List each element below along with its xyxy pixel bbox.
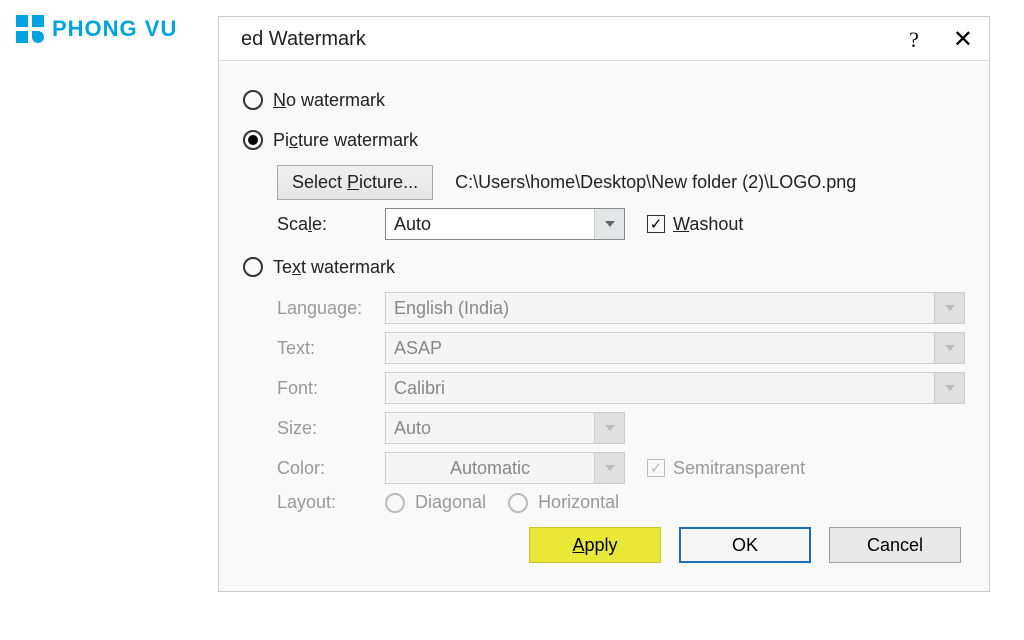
close-button[interactable]: ✕ bbox=[953, 25, 973, 54]
layout-horizontal-label: Horizontal bbox=[538, 492, 619, 513]
logo-text: PHONG VU bbox=[52, 16, 177, 42]
language-combo: English (India) bbox=[385, 292, 965, 324]
logo-icon bbox=[16, 15, 44, 43]
dialog-title: ed Watermark bbox=[241, 28, 366, 51]
radio-picture-watermark-label: Picture watermark bbox=[273, 130, 418, 151]
radio-no-watermark-label: No watermark bbox=[273, 90, 385, 111]
text-combo: ASAP bbox=[385, 332, 965, 364]
color-label: Color: bbox=[277, 458, 385, 479]
radio-picture-watermark[interactable] bbox=[243, 130, 263, 150]
language-label: Language: bbox=[277, 298, 385, 319]
chevron-down-icon bbox=[594, 453, 624, 483]
size-label: Size: bbox=[277, 418, 385, 439]
cancel-button[interactable]: Cancel bbox=[829, 527, 961, 563]
font-label: Font: bbox=[277, 378, 385, 399]
layout-label: Layout: bbox=[277, 492, 385, 513]
radio-text-watermark-label: Text watermark bbox=[273, 257, 395, 278]
select-picture-button[interactable]: Select Picture... bbox=[277, 165, 433, 200]
chevron-down-icon bbox=[594, 413, 624, 443]
radio-layout-diagonal bbox=[385, 493, 405, 513]
font-combo: Calibri bbox=[385, 372, 965, 404]
scale-combo[interactable]: Auto bbox=[385, 208, 625, 240]
text-label: Text: bbox=[277, 338, 385, 359]
radio-layout-horizontal bbox=[508, 493, 528, 513]
chevron-down-icon bbox=[934, 373, 964, 403]
scale-label: Scale: bbox=[277, 214, 385, 235]
color-combo: Automatic bbox=[385, 452, 625, 484]
picture-path: C:\Users\home\Desktop\New folder (2)\LOG… bbox=[455, 172, 856, 193]
size-combo: Auto bbox=[385, 412, 625, 444]
brand-logo: PHONG VU bbox=[0, 0, 224, 58]
chevron-down-icon[interactable] bbox=[594, 209, 624, 239]
help-button[interactable]: ? bbox=[909, 27, 919, 53]
chevron-down-icon bbox=[934, 293, 964, 323]
radio-text-watermark[interactable] bbox=[243, 257, 263, 277]
apply-button[interactable]: Apply bbox=[529, 527, 661, 563]
semitransparent-checkbox bbox=[647, 459, 665, 477]
chevron-down-icon bbox=[934, 333, 964, 363]
printed-watermark-dialog: ed Watermark ? ✕ No watermark Picture wa… bbox=[218, 16, 990, 592]
titlebar: ed Watermark ? ✕ bbox=[219, 17, 989, 61]
semitransparent-label: Semitransparent bbox=[673, 458, 805, 479]
ok-button[interactable]: OK bbox=[679, 527, 811, 563]
washout-label: Washout bbox=[673, 214, 743, 235]
radio-no-watermark[interactable] bbox=[243, 90, 263, 110]
washout-checkbox[interactable] bbox=[647, 215, 665, 233]
layout-diagonal-label: Diagonal bbox=[415, 492, 486, 513]
